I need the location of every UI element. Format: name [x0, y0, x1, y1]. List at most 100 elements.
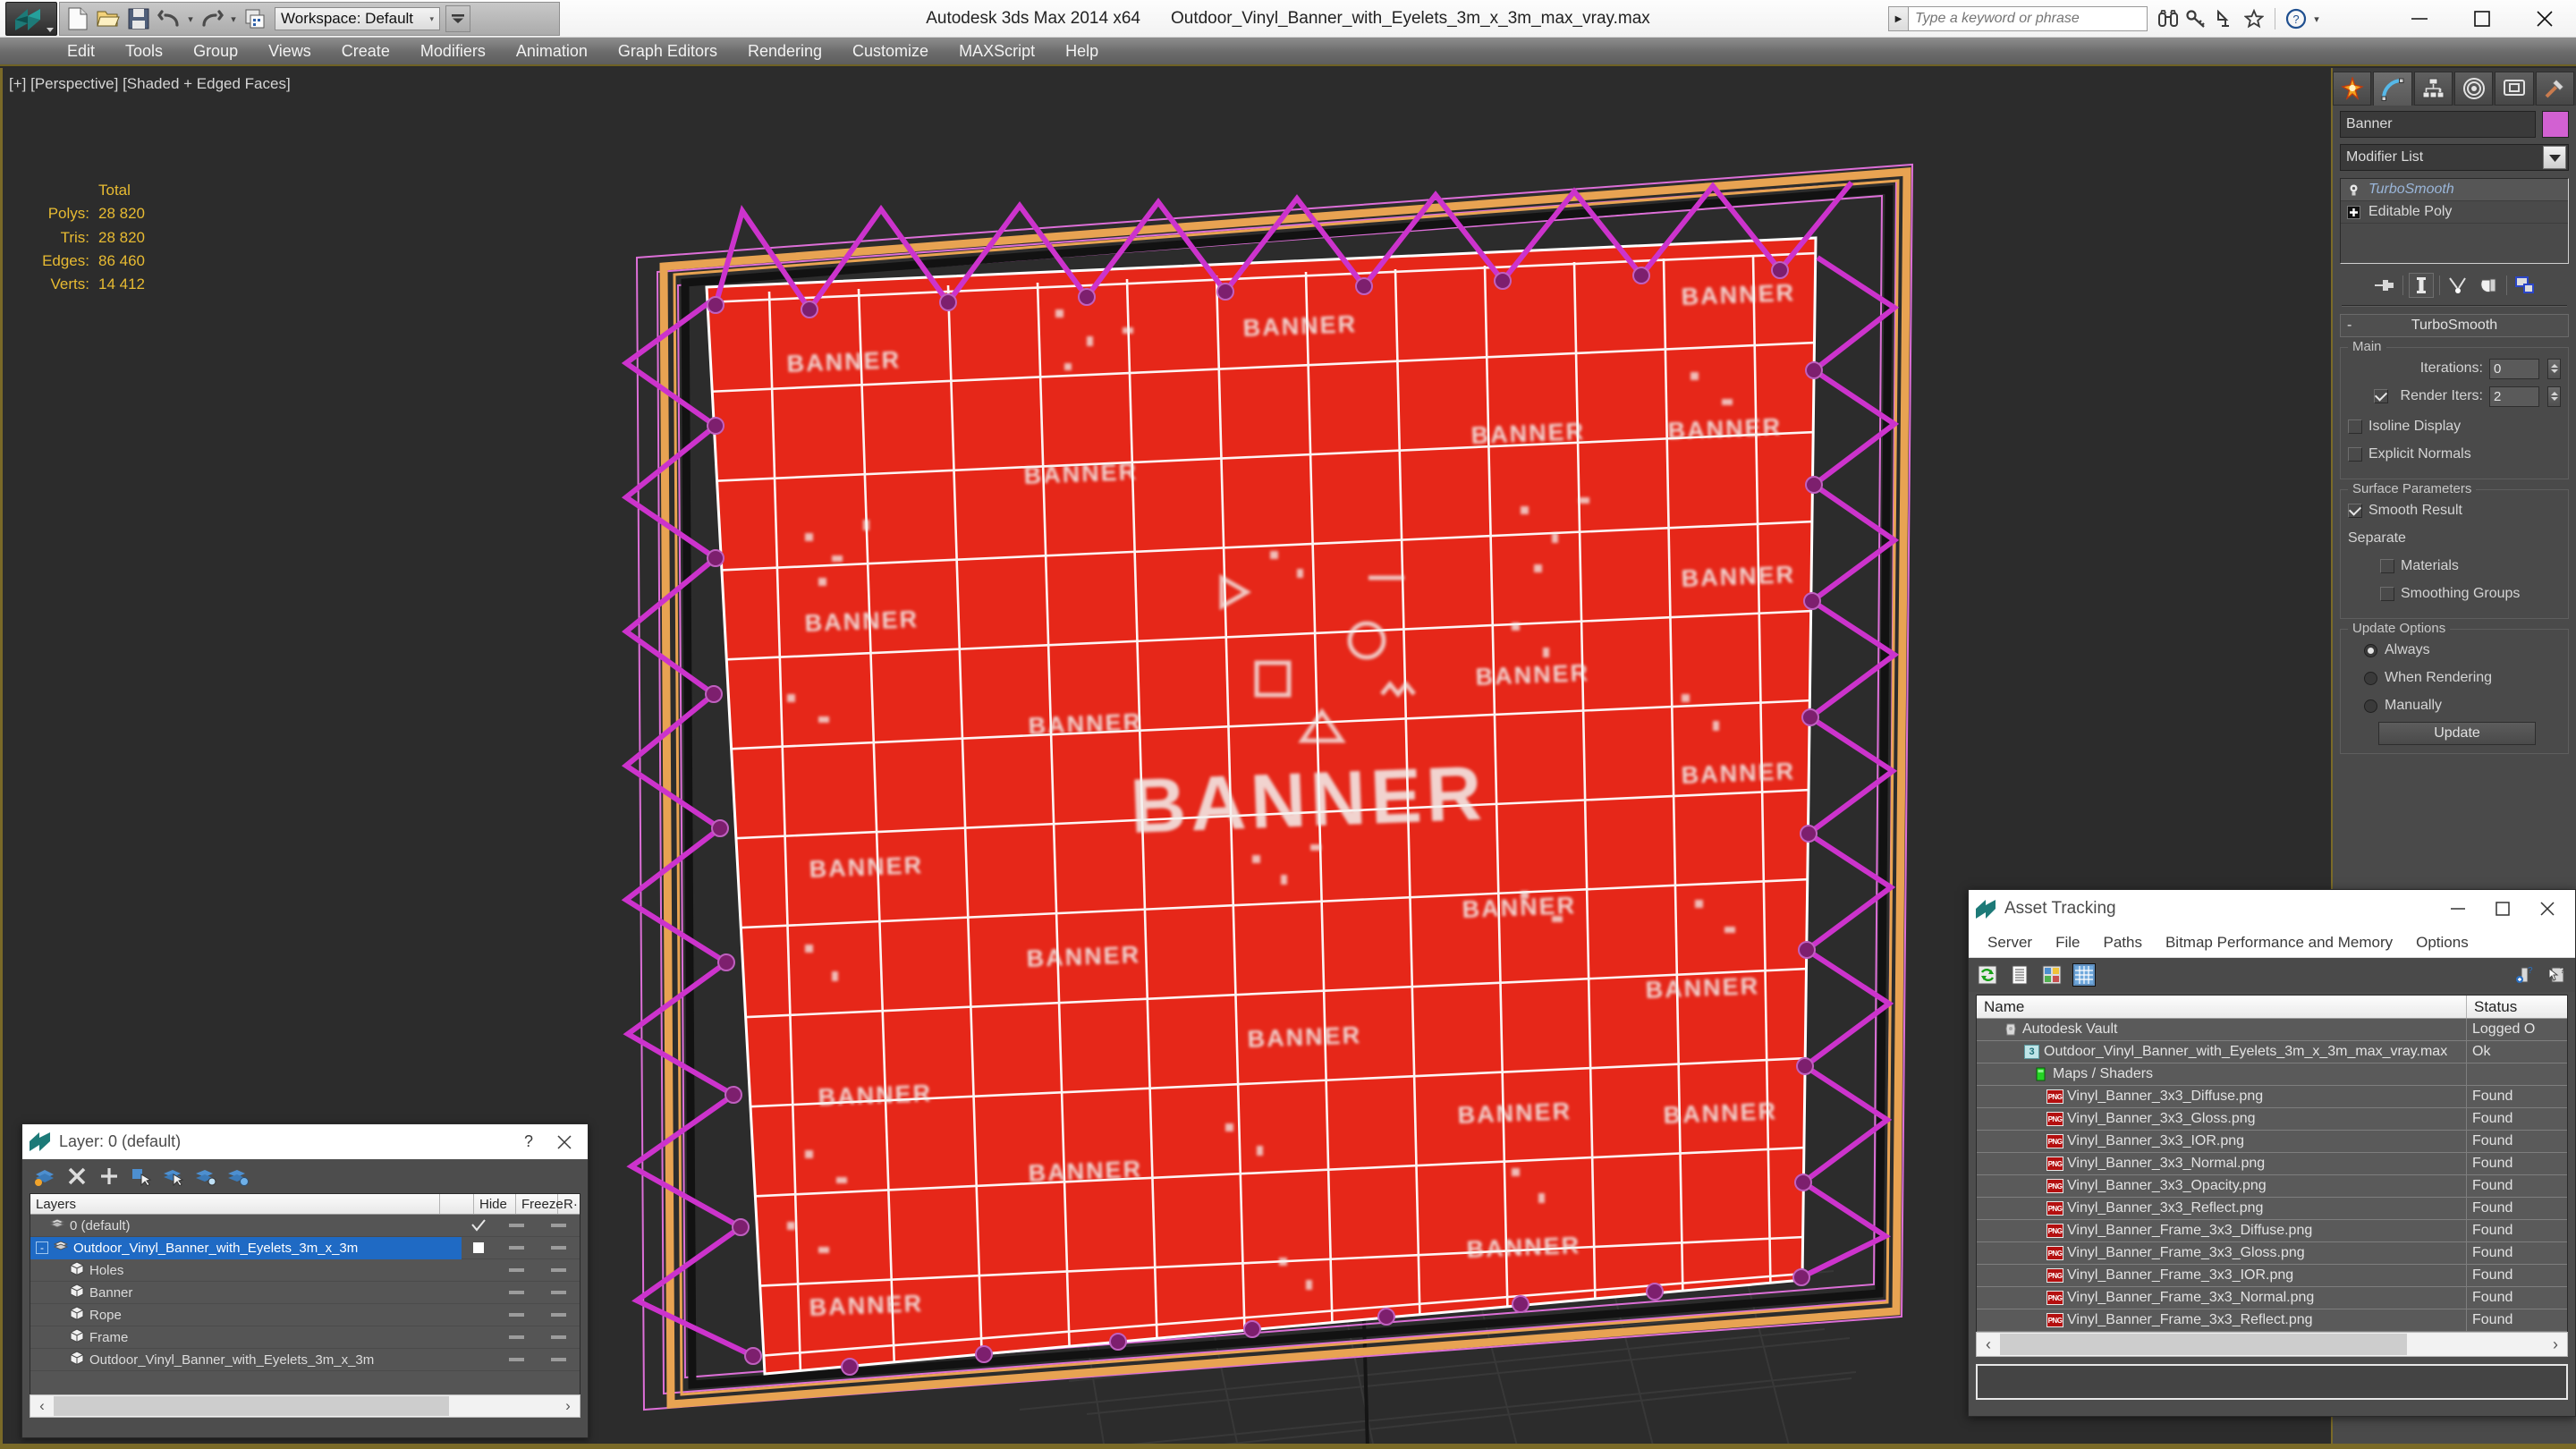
layer-help-button[interactable]: ? [511, 1126, 547, 1158]
scroll-right-icon[interactable]: › [2544, 1335, 2567, 1354]
asset-menu-options[interactable]: Options [2404, 928, 2480, 958]
context-help-icon[interactable]: ? [2545, 963, 2568, 987]
layer-list[interactable]: Layers Hide Freeze R· 0 (default) - Outd… [30, 1193, 580, 1397]
grid-view-icon[interactable] [2072, 963, 2096, 987]
layer-horizontal-scrollbar[interactable]: ‹ › [30, 1394, 580, 1418]
layer-list-item[interactable]: Banner [30, 1282, 580, 1304]
layer-list-item[interactable]: 0 (default) [30, 1215, 580, 1237]
asset-maximize-button[interactable] [2480, 891, 2525, 927]
layer-properties-icon[interactable] [226, 1165, 250, 1188]
smooth-result-row[interactable]: Smooth Result [2348, 499, 2561, 522]
isoline-display-checkbox[interactable] [2348, 419, 2362, 434]
asset-list-row[interactable]: PNG Vinyl_Banner_Frame_3x3_Normal.png Fo… [1977, 1287, 2567, 1309]
layer-freeze-toggle[interactable] [538, 1291, 580, 1294]
layer-freeze-toggle[interactable] [538, 1224, 580, 1227]
make-unique-icon[interactable] [2445, 273, 2470, 298]
render-iters-field[interactable]: 2 [2489, 386, 2539, 407]
menu-item-tools[interactable]: Tools [110, 37, 178, 65]
undo-dropdown-caret-icon[interactable]: ▾ [185, 4, 196, 33]
asset-menu-bitmap-performance[interactable]: Bitmap Performance and Memory [2154, 928, 2404, 958]
modifier-list-dropdown[interactable]: Modifier List [2340, 144, 2569, 171]
workspace-selector[interactable]: Workspace: Default ▾ [275, 7, 440, 30]
display-tab[interactable] [2495, 72, 2534, 106]
asset-close-button[interactable] [2525, 891, 2570, 927]
update-option-always[interactable]: Always [2348, 639, 2561, 662]
utilities-tab[interactable] [2535, 72, 2574, 106]
materials-row[interactable]: Materials [2348, 555, 2561, 578]
app-menu-button[interactable] [5, 2, 57, 36]
modifier-stack-item-editable-poly[interactable]: Editable Poly [2341, 201, 2568, 224]
menu-item-graph-editors[interactable]: Graph Editors [603, 37, 733, 65]
render-iters-spinner[interactable] [2547, 386, 2561, 407]
help-icon[interactable]: ? [2283, 5, 2309, 32]
search-expand-icon[interactable]: ▶ [1888, 6, 1908, 31]
layer-expander-icon[interactable]: - [36, 1241, 48, 1254]
workspace-dropdown-button[interactable] [445, 5, 470, 32]
highlight-selected-icon[interactable] [194, 1165, 217, 1188]
render-iters-checkbox[interactable] [2373, 389, 2388, 403]
layer-window[interactable]: Layer: 0 (default) ? Layers Hide Freeze … [21, 1123, 589, 1438]
asset-list-row[interactable]: Maps / Shaders [1977, 1063, 2567, 1086]
object-name-field[interactable]: Banner [2340, 111, 2536, 138]
delete-layer-icon[interactable] [65, 1165, 89, 1188]
always-radio[interactable] [2364, 643, 2377, 657]
asset-list-row[interactable]: PNG Vinyl_Banner_3x3_Gloss.png Found [1977, 1108, 2567, 1131]
asset-list-row[interactable]: PNG Vinyl_Banner_3x3_Opacity.png Found [1977, 1175, 2567, 1198]
menu-item-create[interactable]: Create [326, 37, 405, 65]
update-option-when-rendering[interactable]: When Rendering [2348, 666, 2561, 690]
smooth-result-checkbox[interactable] [2348, 504, 2362, 518]
scroll-left-icon[interactable]: ‹ [30, 1397, 54, 1415]
menu-item-edit[interactable]: Edit [52, 37, 110, 65]
motion-tab[interactable] [2453, 72, 2494, 106]
redo-icon[interactable] [198, 4, 226, 33]
menu-item-customize[interactable]: Customize [837, 37, 944, 65]
project-folder-icon[interactable] [241, 4, 269, 33]
asset-tracking-window[interactable]: Asset Tracking Server File Paths Bitmap … [1968, 889, 2576, 1417]
iterations-spinner[interactable] [2547, 358, 2561, 379]
layer-list-item[interactable]: Holes [30, 1259, 580, 1282]
asset-list-row[interactable]: PNG Vinyl_Banner_3x3_Diffuse.png Found [1977, 1086, 2567, 1108]
pin-stack-icon[interactable] [2372, 273, 2397, 298]
layer-freeze-toggle[interactable] [538, 1313, 580, 1317]
asset-list-row[interactable]: PNG Vinyl_Banner_3x3_Normal.png Found [1977, 1153, 2567, 1175]
asset-menu-file[interactable]: File [2044, 928, 2091, 958]
explicit-normals-row[interactable]: Explicit Normals [2348, 443, 2561, 466]
asset-menu-server[interactable]: Server [1976, 928, 2044, 958]
asset-list-row[interactable]: PNG Vinyl_Banner_Frame_3x3_Reflect.png F… [1977, 1309, 2567, 1332]
layer-current-check[interactable] [462, 1219, 496, 1232]
satellite-icon[interactable] [2212, 5, 2239, 32]
iterations-field[interactable]: 0 [2489, 358, 2539, 379]
menu-item-animation[interactable]: Animation [501, 37, 603, 65]
layer-list-item[interactable]: - Outdoor_Vinyl_Banner_with_Eyelets_3m_x… [30, 1236, 580, 1259]
update-button[interactable]: Update [2378, 722, 2536, 745]
remove-modifier-icon[interactable] [2476, 273, 2501, 298]
menu-item-rendering[interactable]: Rendering [733, 37, 837, 65]
scrollbar-thumb[interactable] [2000, 1334, 2408, 1355]
create-new-layer-icon[interactable] [33, 1165, 56, 1188]
list-view-icon[interactable] [2008, 963, 2031, 987]
asset-list-row[interactable]: PNG Vinyl_Banner_Frame_3x3_Diffuse.png F… [1977, 1220, 2567, 1242]
plus-box-icon[interactable] [2346, 205, 2361, 220]
asset-list-row[interactable]: 3 Outdoor_Vinyl_Banner_with_Eyelets_3m_x… [1977, 1041, 2567, 1063]
object-color-swatch[interactable] [2542, 111, 2569, 138]
layer-current-check[interactable] [462, 1241, 496, 1254]
layer-list-item[interactable]: Frame [30, 1326, 580, 1349]
layer-hide-toggle[interactable] [496, 1335, 538, 1339]
layer-list-item[interactable]: Outdoor_Vinyl_Banner_with_Eyelets_3m_x_3… [30, 1349, 580, 1371]
layer-freeze-toggle[interactable] [538, 1268, 580, 1272]
asset-list-row[interactable]: PNG Vinyl_Banner_3x3_Reflect.png Found [1977, 1198, 2567, 1220]
layer-hide-toggle[interactable] [496, 1268, 538, 1272]
modify-tab[interactable] [2373, 72, 2412, 106]
key-icon[interactable] [2183, 5, 2210, 32]
redo-dropdown-caret-icon[interactable]: ▾ [228, 4, 239, 33]
modifier-stack-item-turbosmooth[interactable]: TurboSmooth [2341, 179, 2568, 201]
layer-freeze-toggle[interactable] [538, 1358, 580, 1361]
asset-horizontal-scrollbar[interactable]: ‹ › [1976, 1332, 2568, 1357]
asset-minimize-button[interactable] [2436, 891, 2480, 927]
update-option-manually[interactable]: Manually [2348, 694, 2561, 717]
layer-hide-toggle[interactable] [496, 1224, 538, 1227]
show-end-result-icon[interactable] [2408, 273, 2434, 298]
isoline-display-row[interactable]: Isoline Display [2348, 415, 2561, 438]
asset-list-row[interactable]: PNG Vinyl_Banner_3x3_IOR.png Found [1977, 1131, 2567, 1153]
add-layer-icon[interactable] [97, 1165, 121, 1188]
